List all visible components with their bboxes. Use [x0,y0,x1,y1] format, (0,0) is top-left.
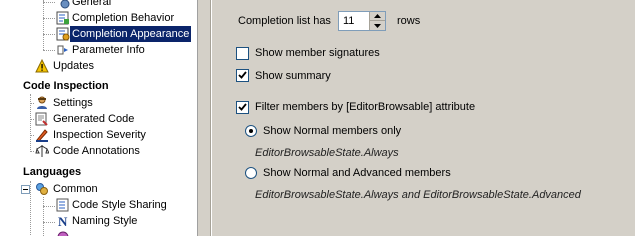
checkmark-icon [238,71,247,79]
rows-label: rows [397,15,421,27]
tree-item-label: Common [53,183,98,195]
parameter-info-icon [56,43,70,57]
tree-item-label: General [72,0,112,8]
completion-list-label: Completion list has [238,15,331,27]
tree-item-label: Completion Behavior [72,12,175,24]
rows-value[interactable]: 11 [343,14,354,28]
completion-appearance-icon [56,27,70,41]
tree-item-label: Generated Code [53,113,135,125]
checkmark-icon [238,103,247,111]
svg-text:N: N [58,214,68,228]
spinner-buttons [369,12,385,30]
code-style-sharing-icon [56,198,70,212]
tree-item-label: Completion Appearance [70,26,192,42]
advanced-members-label[interactable]: Show Normal and Advanced members [263,165,451,181]
naming-style-icon: N [56,214,70,229]
options-panel: Completion list has 11 rows Show member … [212,0,635,236]
advanced-members-description: EditorBrowsableState.Always and EditorBr… [255,189,581,201]
tree-item-label: Naming Style [72,215,138,227]
show-member-signatures-checkbox[interactable] [236,47,249,60]
advanced-members-radio[interactable] [245,167,257,179]
normal-members-label[interactable]: Show Normal members only [263,123,401,139]
radio-dot [249,129,253,133]
key-gear-icon [56,0,70,9]
rows-spinner[interactable]: 11 [338,11,386,31]
tree-item-label: Parameter Info [72,44,145,56]
warning-icon [35,58,49,73]
completion-behavior-icon [56,11,70,25]
show-summary-label[interactable]: Show summary [255,68,331,84]
annotations-icon [35,144,50,158]
tree-item-label: Code Annotations [53,145,140,157]
common-icon [35,182,49,196]
normal-members-description: EditorBrowsableState.Always [255,147,399,159]
filter-members-label[interactable]: Filter members by [EditorBrowsable] attr… [255,99,475,115]
spin-up-icon[interactable] [370,12,385,21]
tree-item-label: Inspection Severity [53,129,146,141]
inspector-icon [35,96,49,110]
tree-item-label: Code Style Sharing [72,199,167,211]
category-languages: Languages [23,166,82,178]
tree-item-label: Updates [53,60,94,72]
tree-item-label: Settings [53,97,93,109]
show-member-signatures-label[interactable]: Show member signatures [255,45,380,61]
collapse-icon[interactable] [21,185,30,194]
spin-down-icon[interactable] [370,21,385,30]
severity-icon [35,128,49,142]
member-icon [56,230,70,236]
options-tree[interactable]: General Completion Behavior Completion A… [0,0,197,236]
splitter[interactable] [198,0,211,236]
generated-code-icon [35,112,49,126]
category-code-inspection: Code Inspection [23,80,109,92]
filter-members-checkbox[interactable] [236,101,249,114]
normal-members-radio[interactable] [245,125,257,137]
show-summary-checkbox[interactable] [236,69,249,82]
